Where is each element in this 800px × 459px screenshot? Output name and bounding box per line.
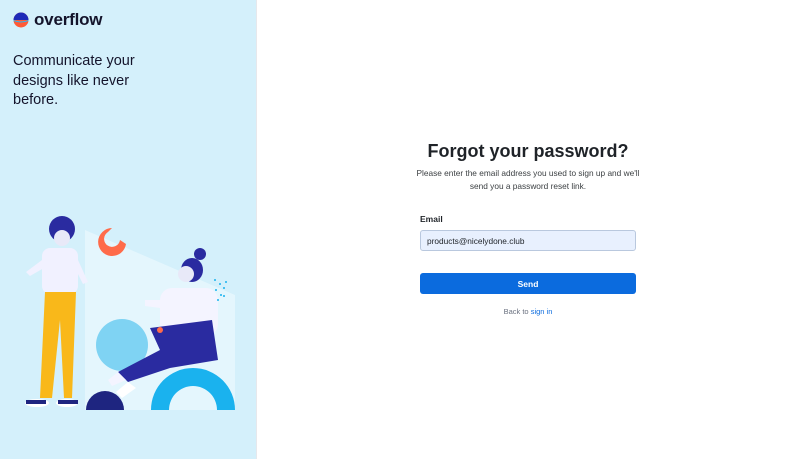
panel-divider: [256, 0, 257, 459]
email-field[interactable]: [420, 230, 636, 251]
page-title: Forgot your password?: [427, 141, 629, 161]
left-panel: overflow Communicate your designs like n…: [0, 0, 257, 459]
back-prefix-text: Back to: [503, 307, 529, 316]
tagline: Communicate your designs like never befo…: [13, 53, 135, 108]
send-button[interactable]: Send: [420, 273, 636, 294]
overflow-logo-icon: [13, 12, 29, 28]
brand-logo[interactable]: overflow: [13, 10, 103, 30]
page-subtitle: Please enter the email address you used …: [416, 168, 640, 191]
sign-in-link[interactable]: sign in: [531, 307, 553, 316]
people-illustration: [25, 216, 235, 410]
brand-name: overflow: [34, 10, 103, 29]
back-to-sign-in: Back to sign in: [420, 307, 636, 316]
email-label: Email: [420, 214, 443, 224]
